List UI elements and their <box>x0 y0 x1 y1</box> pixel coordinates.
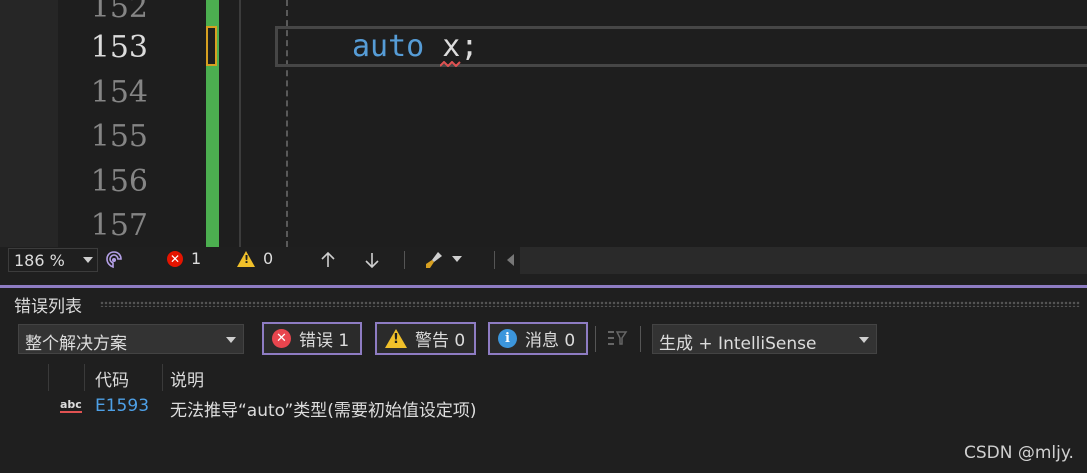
line-number-active: 153 <box>90 30 148 65</box>
code-text: x; <box>424 29 479 64</box>
line-number: 154 <box>90 75 148 110</box>
code-keyword: auto <box>352 29 425 64</box>
build-source-dropdown[interactable]: 生成 + IntelliSense <box>652 324 877 354</box>
zoom-level: 186 % <box>14 251 65 270</box>
warning-count-button[interactable]: ! 0 <box>237 249 273 268</box>
separator <box>640 326 641 352</box>
column-separator <box>84 364 85 391</box>
error-count-button[interactable]: ✕ 1 <box>167 249 201 268</box>
zoom-dropdown[interactable]: 186 % <box>8 248 98 272</box>
errors-filter-button[interactable]: ✕ 错误 1 <box>262 322 362 355</box>
error-code-link[interactable]: E1593 <box>95 396 149 416</box>
table-row[interactable]: abc E1593 无法推导“auto”类型(需要初始值设定项) <box>14 394 1087 421</box>
messages-label: 消息 0 <box>525 331 576 351</box>
indent-guide <box>239 0 241 247</box>
scope-value: 整个解决方案 <box>25 334 127 354</box>
error-list-panel: 错误列表 整个解决方案 ✕ 错误 1 ! 警告 0 i 消息 0 生成 + In… <box>0 274 1087 473</box>
arrow-up-icon[interactable] <box>319 251 337 269</box>
error-list-header: 代码 说明 <box>14 364 1087 391</box>
scope-dropdown[interactable]: 整个解决方案 <box>18 324 244 354</box>
line-number: 157 <box>90 208 148 243</box>
code-editor[interactable]: 152 153 154 155 156 157 auto x; <box>0 0 1087 247</box>
warning-count: 0 <box>263 249 274 268</box>
line-number: 156 <box>90 164 148 199</box>
panel-title: 错误列表 <box>14 297 82 317</box>
current-line-marker <box>206 26 217 66</box>
separator <box>404 251 405 269</box>
error-description: 无法推导“auto”类型(需要初始值设定项) <box>170 401 477 421</box>
editor-status-bar: 186 % ✕ 1 ! 0 <box>0 247 1087 274</box>
chevron-down-icon[interactable] <box>452 256 462 262</box>
warning-icon: ! <box>385 329 407 348</box>
scroll-left-icon[interactable] <box>507 254 514 266</box>
chevron-down-icon <box>83 257 93 263</box>
warning-icon: ! <box>237 250 255 267</box>
info-icon: i <box>498 329 517 348</box>
spelling-error-icon: abc <box>60 398 82 413</box>
chevron-down-icon <box>226 337 236 343</box>
error-squiggle <box>440 61 461 67</box>
build-source-value: 生成 + IntelliSense <box>659 334 817 354</box>
editor-margin <box>0 0 58 247</box>
horizontal-scrollbar[interactable] <box>520 247 1087 274</box>
line-number: 155 <box>90 119 148 154</box>
panel-accent-bar <box>0 285 1087 288</box>
column-header-code[interactable]: 代码 <box>95 366 129 391</box>
messages-filter-button[interactable]: i 消息 0 <box>488 322 588 355</box>
error-icon: ✕ <box>167 250 183 267</box>
column-header-description[interactable]: 说明 <box>170 366 204 391</box>
warnings-label: 警告 0 <box>415 331 466 351</box>
warnings-filter-button[interactable]: ! 警告 0 <box>375 322 476 355</box>
panel-grip[interactable] <box>100 301 1080 307</box>
code-cleanup-brush-icon[interactable] <box>423 249 445 271</box>
column-separator <box>48 364 49 391</box>
watermark: CSDN @mljy. <box>964 443 1074 463</box>
errors-label: 错误 1 <box>299 331 350 351</box>
filter-icon[interactable] <box>606 328 628 350</box>
code-health-icon[interactable] <box>104 250 124 270</box>
column-separator <box>162 364 163 391</box>
error-icon: ✕ <box>272 329 291 348</box>
separator <box>595 326 596 352</box>
chevron-down-icon <box>859 337 869 343</box>
arrow-down-icon[interactable] <box>363 251 381 269</box>
separator <box>494 251 495 269</box>
error-count: 1 <box>191 249 202 268</box>
